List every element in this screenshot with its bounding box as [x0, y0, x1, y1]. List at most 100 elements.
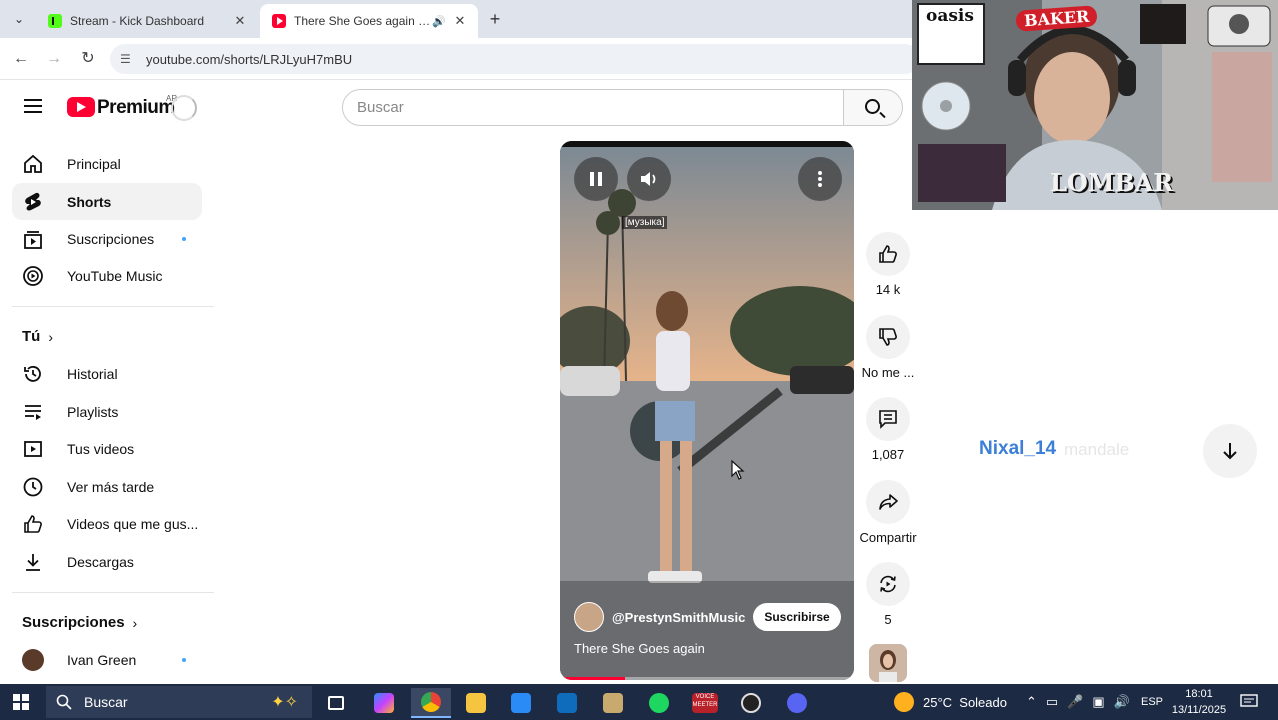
tab-kick-dashboard[interactable]: Stream - Kick Dashboard ✕	[36, 4, 258, 38]
file-explorer-icon[interactable]	[456, 688, 496, 718]
more-options-button[interactable]	[798, 157, 842, 201]
clock-time: 18:01	[1185, 688, 1213, 700]
sidebar-divider	[12, 592, 214, 593]
sidebar-item-historial[interactable]: Historial	[12, 355, 202, 392]
channel-avatar[interactable]	[574, 602, 604, 632]
subscribe-button[interactable]: Suscribirse	[753, 603, 841, 631]
new-tab-icon[interactable]: +	[484, 8, 506, 30]
comments-button[interactable]	[866, 397, 910, 441]
progress-bar[interactable]	[560, 677, 854, 680]
chevron-right-icon: ›	[48, 328, 53, 345]
dislike-button[interactable]	[866, 315, 910, 359]
league-of-legends-icon[interactable]	[593, 688, 633, 718]
forward-arrow-icon[interactable]: →	[43, 48, 65, 70]
voicemeeter-app-icon[interactable]: VOICE MEETER	[685, 688, 725, 718]
share-action[interactable]: Compartir	[858, 480, 918, 545]
sidebar-item-label: Historial	[67, 365, 118, 382]
tab-search-icon[interactable]: ⌄	[8, 8, 30, 30]
address-bar[interactable]: ☰ youtube.com/shorts/LRJLyuH7mBU	[110, 44, 920, 74]
clock-icon	[22, 476, 44, 498]
microphone-icon[interactable]: 🎤	[1067, 694, 1083, 710]
discord-app-icon[interactable]	[777, 688, 817, 718]
spotify-app-icon[interactable]	[639, 688, 679, 718]
sidebar-item-ivan-green[interactable]: Ivan Green	[12, 641, 202, 678]
youtube-premium-brand[interactable]: Premium	[97, 97, 175, 119]
windows-start-icon[interactable]	[13, 694, 29, 710]
share-button[interactable]	[866, 480, 910, 524]
task-view-icon[interactable]	[316, 688, 356, 718]
chrome-app-icon[interactable]	[411, 688, 451, 718]
comments-action[interactable]: 1,087	[858, 397, 918, 462]
sidebar-item-tus-videos[interactable]: Tus videos	[12, 430, 202, 467]
pause-button[interactable]	[574, 157, 618, 201]
dislike-action[interactable]: No me ...	[858, 315, 918, 380]
short-title[interactable]: There She Goes again	[574, 641, 705, 656]
remix-count: 5	[884, 612, 892, 627]
chat-username: Nixal_14	[979, 438, 1057, 459]
shorts-icon	[22, 191, 44, 213]
taskbar-clock[interactable]: 18:01 13/11/2025	[1170, 686, 1228, 718]
sidebar-item-label: Ivan Green	[67, 651, 137, 668]
speaker-icon[interactable]: 🔊	[432, 15, 448, 28]
like-button[interactable]	[866, 232, 910, 276]
kick-favicon-icon	[48, 14, 62, 28]
caption-tag: [музыка]	[622, 216, 668, 229]
copilot-app-icon[interactable]	[364, 688, 404, 718]
tab-youtube-short[interactable]: There She Goes again - You 🔊 ✕	[260, 4, 478, 38]
reload-icon[interactable]: ↻	[77, 48, 99, 70]
sidebar-item-principal[interactable]: Principal	[12, 145, 202, 182]
sidebar-item-youtube-music[interactable]: YouTube Music	[12, 257, 202, 294]
youtube-logo-icon[interactable]	[67, 97, 95, 117]
weather-widget[interactable]: 25°C Soleado	[894, 684, 1007, 720]
sidebar-section-subscriptions[interactable]: Suscripciones ›	[22, 614, 137, 631]
sidebar-item-label: Suscripciones	[67, 230, 155, 247]
site-info-icon[interactable]: ☰	[120, 52, 138, 66]
search-input[interactable]: Buscar	[342, 89, 844, 126]
loading-spinner-icon	[171, 95, 197, 121]
sidebar-item-shorts[interactable]: Shorts	[12, 183, 202, 220]
subscriptions-icon	[22, 228, 44, 250]
sidebar-item-ver-mas-tarde[interactable]: Ver más tarde	[12, 468, 202, 505]
chevron-up-icon[interactable]: ⌃	[1026, 694, 1037, 710]
search-button[interactable]	[843, 89, 903, 126]
new-content-dot	[182, 657, 186, 662]
volume-icon[interactable]: 🔊	[1114, 694, 1130, 710]
back-arrow-icon[interactable]: ←	[10, 48, 32, 70]
screen: ⌄ Stream - Kick Dashboard ✕ There She Go…	[0, 0, 1278, 720]
next-short-button[interactable]	[1203, 424, 1257, 478]
remix-action[interactable]: 5	[858, 562, 918, 627]
section-heading: Tú	[22, 328, 41, 345]
mouse-cursor-icon	[731, 460, 745, 480]
sidebar-item-label: Descargas	[67, 553, 134, 570]
shorts-player[interactable]: [музыка] @PrestynSmithMusic Suscribirse …	[560, 141, 854, 680]
notifications-icon[interactable]	[1240, 684, 1258, 720]
copilot-sparkle-icon: ✦✧	[271, 694, 298, 711]
remix-button[interactable]	[866, 562, 910, 606]
sidebar-item-descargas[interactable]: Descargas	[12, 543, 202, 580]
outlook-app-icon[interactable]	[547, 688, 587, 718]
volume-button[interactable]	[627, 157, 671, 201]
audio-source-thumbnail[interactable]	[869, 644, 907, 682]
arrow-down-icon	[1223, 443, 1237, 460]
sidebar-item-suscripciones[interactable]: Suscripciones	[12, 220, 202, 257]
like-action[interactable]: 14 k	[858, 232, 918, 297]
close-icon[interactable]: ✕	[452, 13, 468, 29]
menu-icon[interactable]	[24, 99, 42, 113]
language-indicator[interactable]: ESP	[1141, 684, 1163, 720]
oasis-sticker: oasis	[926, 6, 974, 26]
sidebar-section-you[interactable]: Tú ›	[22, 328, 53, 345]
sidebar-item-liked-videos[interactable]: Videos que me gus...	[12, 505, 202, 542]
sidebar-item-playlists[interactable]: Playlists	[12, 393, 202, 430]
network-icon[interactable]: ▣	[1092, 694, 1104, 710]
obs-app-icon[interactable]	[731, 688, 771, 718]
sidebar-item-label: Videos que me gus...	[67, 515, 199, 532]
channel-name[interactable]: @PrestynSmithMusic	[612, 610, 745, 625]
youtube-favicon-icon	[272, 14, 286, 28]
microsoft-store-icon[interactable]	[501, 688, 541, 718]
search-placeholder: Buscar	[357, 99, 404, 116]
taskbar-search[interactable]: Buscar ✦✧	[46, 686, 312, 718]
close-icon[interactable]: ✕	[232, 13, 248, 29]
meet-now-icon[interactable]: ▭	[1046, 694, 1058, 710]
channel-avatar	[22, 648, 44, 671]
sidebar-item-label: Tus videos	[67, 440, 135, 457]
